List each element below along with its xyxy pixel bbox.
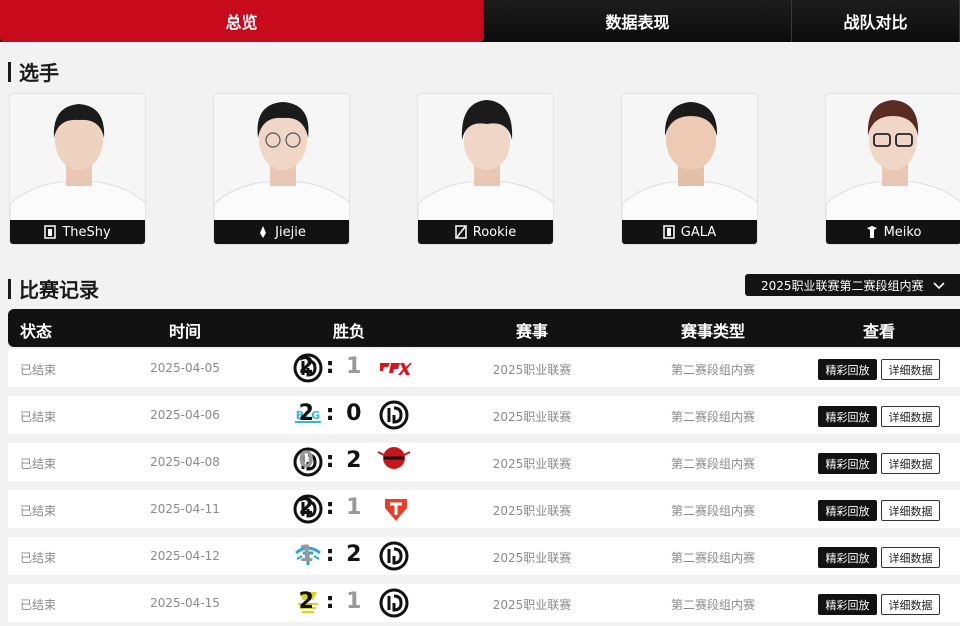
player-portrait bbox=[418, 94, 553, 222]
details-button[interactable]: 详细数据 bbox=[881, 453, 940, 474]
row-date: 2025-04-11 bbox=[150, 502, 220, 516]
header-status: 状态 bbox=[20, 322, 53, 341]
row-type: 第二赛段组内赛 bbox=[670, 551, 756, 565]
replay-button[interactable]: 精彩回放 bbox=[818, 453, 877, 474]
tab-overview[interactable]: 总览 bbox=[0, 0, 484, 42]
table-row: 已结束 2025-04-15 2 : 1 2025职业联赛 第二赛段组内赛 精彩… bbox=[8, 584, 960, 622]
row-event: 2025职业联赛 bbox=[492, 363, 572, 377]
details-button[interactable]: 详细数据 bbox=[881, 359, 940, 380]
player-name: Meiko bbox=[883, 224, 922, 240]
table-row: 已结束 2025-04-05 2 : 1 2025职业联赛 第二赛段组内赛 精彩… bbox=[8, 349, 960, 387]
ninjas-logo-icon bbox=[377, 447, 411, 469]
title-bar-decoration bbox=[8, 278, 11, 299]
row-date: 2025-04-05 bbox=[150, 361, 220, 375]
player-portrait bbox=[826, 94, 960, 222]
match-score: 1 : 2 bbox=[298, 542, 364, 567]
row-type: 第二赛段组内赛 bbox=[670, 457, 756, 471]
ig-logo-icon bbox=[379, 588, 409, 618]
player-card-gala[interactable]: GALA bbox=[621, 93, 758, 245]
player-name-bar: Meiko bbox=[826, 220, 960, 244]
player-name: GALA bbox=[680, 224, 717, 240]
row-date: 2025-04-06 bbox=[150, 408, 220, 422]
row-event: 2025职业联赛 bbox=[492, 504, 572, 518]
fpx-logo-icon bbox=[380, 363, 412, 375]
table-row: 已结束 2025-04-08 0 : 2 2025职业联赛 第二赛段组内赛 精彩… bbox=[8, 443, 960, 481]
match-score: 2 : 1 bbox=[298, 589, 364, 614]
row-type: 第二赛段组内赛 bbox=[670, 504, 756, 518]
top-tabs: 总览 数据表现 战队对比 bbox=[0, 0, 960, 42]
ig-logo-icon bbox=[379, 400, 409, 430]
header-result: 胜负 bbox=[332, 322, 366, 341]
row-type: 第二赛段组内赛 bbox=[670, 363, 756, 377]
header-view: 查看 bbox=[862, 322, 896, 341]
header-event: 赛事 bbox=[515, 322, 549, 341]
header-event-type: 赛事类型 bbox=[680, 322, 746, 341]
ig-team-icon bbox=[260, 226, 267, 238]
player-portrait bbox=[622, 94, 757, 222]
player-name-bar: TheShy bbox=[10, 220, 145, 244]
match-score: 2 : 1 bbox=[298, 354, 364, 379]
row-status: 已结束 bbox=[20, 598, 57, 612]
row-type: 第二赛段组内赛 bbox=[670, 598, 756, 612]
player-name-bar: Jiejie bbox=[214, 220, 349, 244]
match-score: 2 : 1 bbox=[298, 495, 364, 520]
records-section-title: 比赛记录 bbox=[8, 274, 99, 303]
row-event: 2025职业联赛 bbox=[492, 598, 572, 612]
records-title: 比赛记录 bbox=[19, 278, 99, 302]
row-date: 2025-04-08 bbox=[150, 455, 220, 469]
player-card-theshy[interactable]: TheShy bbox=[9, 93, 146, 245]
player-name-bar: GALA bbox=[622, 220, 757, 244]
table-row: 已结束 2025-04-06 BLG 2 : 0 2025职业联赛 第二赛段组内… bbox=[8, 396, 960, 434]
replay-button[interactable]: 精彩回放 bbox=[818, 500, 877, 521]
row-type: 第二赛段组内赛 bbox=[670, 410, 756, 424]
header-time: 时间 bbox=[168, 322, 202, 341]
replay-button[interactable]: 精彩回放 bbox=[818, 406, 877, 427]
table-row: 已结束 2025-04-12 1 : 2 2025职业联赛 第二赛段组内赛 精彩… bbox=[8, 537, 960, 575]
details-button[interactable]: 详细数据 bbox=[881, 406, 940, 427]
row-status: 已结束 bbox=[20, 504, 57, 518]
match-score: 2 : 0 bbox=[298, 401, 364, 426]
row-status: 已结束 bbox=[20, 457, 57, 471]
season-filter-select[interactable]: 2025职业联赛第二赛段组内赛 bbox=[745, 274, 960, 296]
player-name-bar: Rookie bbox=[418, 220, 553, 244]
row-date: 2025-04-12 bbox=[150, 549, 220, 563]
player-name: Jiejie bbox=[275, 224, 306, 240]
match-score: 0 : 2 bbox=[298, 448, 364, 473]
title-bar-decoration bbox=[8, 61, 11, 82]
tab-data[interactable]: 数据表现 bbox=[484, 0, 792, 42]
season-filter-value: 2025职业联赛第二赛段组内赛 bbox=[761, 278, 924, 293]
tab-team-compare[interactable]: 战队对比 bbox=[792, 0, 960, 42]
row-date: 2025-04-15 bbox=[150, 596, 220, 610]
tes-logo-icon bbox=[385, 499, 407, 521]
replay-button[interactable]: 精彩回放 bbox=[818, 547, 877, 568]
ig-team-icon bbox=[663, 225, 675, 239]
players-section-title: 选手 bbox=[8, 57, 59, 86]
ig-team-icon bbox=[455, 225, 467, 239]
row-status: 已结束 bbox=[20, 551, 57, 565]
player-card-jiejie[interactable]: Jiejie bbox=[213, 93, 350, 245]
player-name: TheShy bbox=[62, 224, 111, 240]
table-header: 状态 时间 胜负 赛事 赛事类型 查看 bbox=[8, 309, 960, 347]
chevron-down-icon bbox=[933, 282, 945, 290]
player-name: Rookie bbox=[472, 224, 517, 240]
player-portrait bbox=[214, 94, 349, 222]
ig-team-icon bbox=[44, 225, 57, 239]
player-card-rookie[interactable]: Rookie bbox=[417, 93, 554, 245]
replay-button[interactable]: 精彩回放 bbox=[818, 359, 877, 380]
player-card-meiko[interactable]: Meiko bbox=[825, 93, 960, 245]
edg-team-icon bbox=[866, 226, 877, 238]
row-status: 已结束 bbox=[20, 410, 57, 424]
replay-button[interactable]: 精彩回放 bbox=[818, 594, 877, 615]
row-status: 已结束 bbox=[20, 363, 57, 377]
details-button[interactable]: 详细数据 bbox=[881, 547, 940, 568]
player-portrait bbox=[10, 94, 145, 222]
table-row: 已结束 2025-04-11 2 : 1 2025职业联赛 第二赛段组内赛 精彩… bbox=[8, 490, 960, 528]
ig-logo-icon bbox=[379, 541, 409, 571]
row-event: 2025职业联赛 bbox=[492, 457, 572, 471]
row-event: 2025职业联赛 bbox=[492, 551, 572, 565]
players-title: 选手 bbox=[19, 61, 59, 85]
details-button[interactable]: 详细数据 bbox=[881, 594, 940, 615]
details-button[interactable]: 详细数据 bbox=[881, 500, 940, 521]
row-event: 2025职业联赛 bbox=[492, 410, 572, 424]
